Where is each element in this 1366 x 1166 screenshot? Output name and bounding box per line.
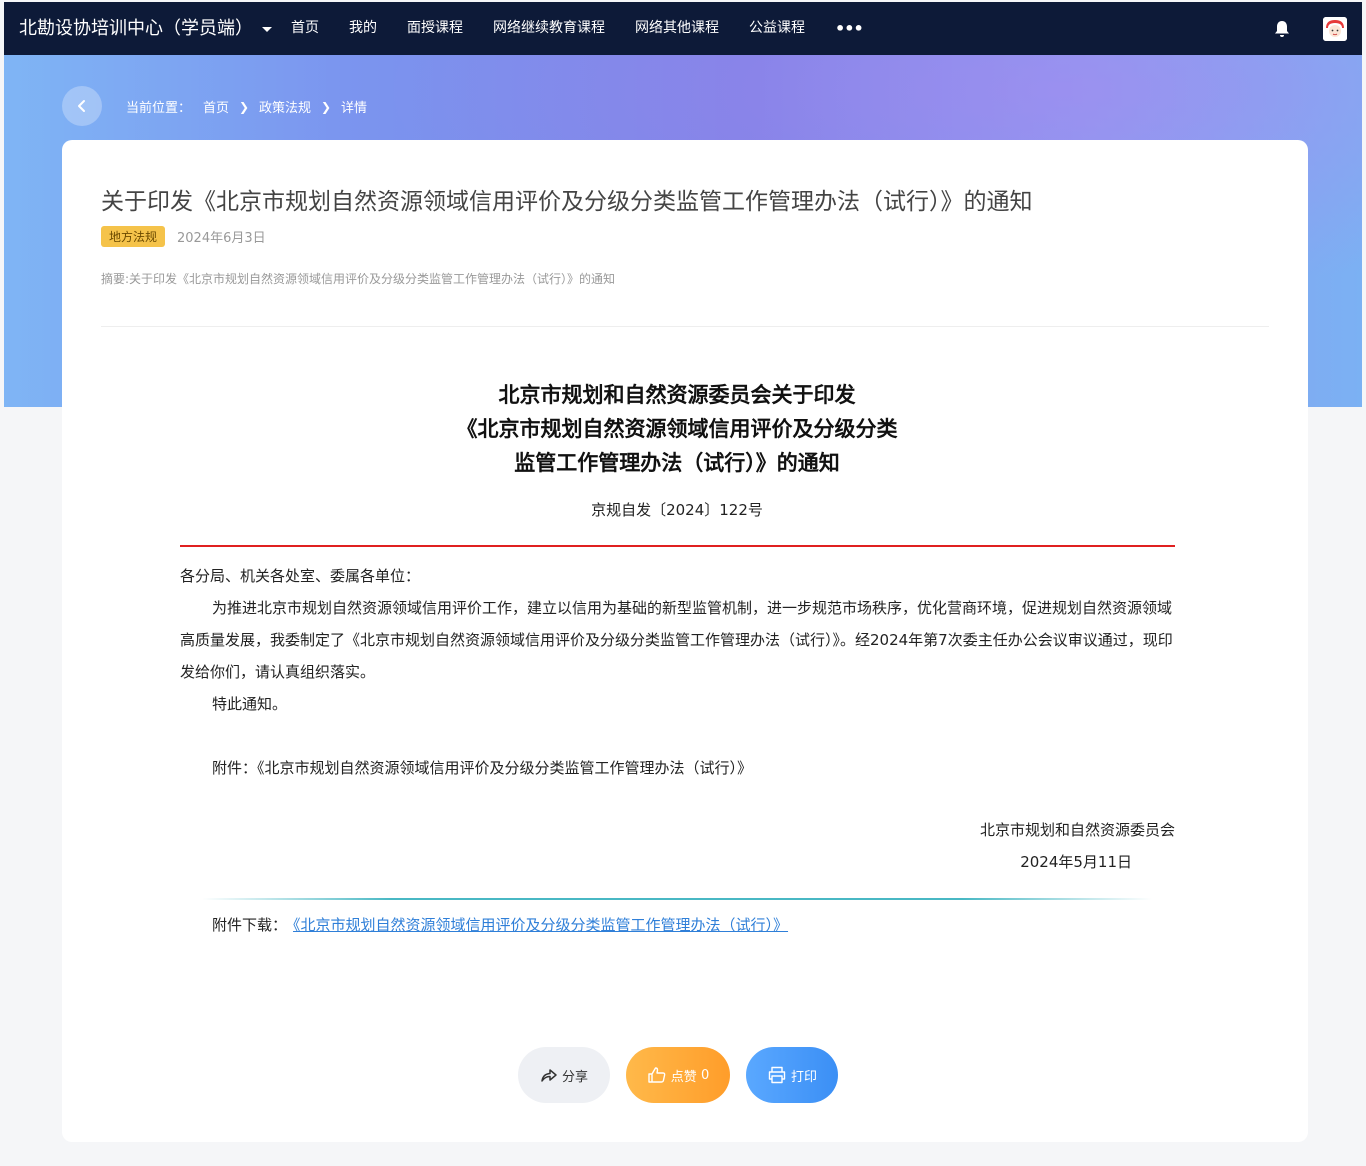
nav-item-online-ce-courses[interactable]: 网络继续教育课程 xyxy=(493,2,605,55)
breadcrumb-label: 当前位置： xyxy=(126,101,192,116)
document-body: 各分局、机关各处室、委属各单位： 为推进北京市规划自然资源领域信用评价工作，建立… xyxy=(180,560,1175,784)
breadcrumb: 当前位置： 首页 ❯ 政策法规 ❯ 详情 xyxy=(126,97,368,117)
article-summary: 摘要:关于印发《北京市规划自然资源领域信用评价及分级分类监管工作管理办法（试行）… xyxy=(101,272,616,286)
nav-item-onsite-courses[interactable]: 面授课程 xyxy=(407,2,463,55)
brand-dropdown[interactable]: 北勘设协培训中心（学员端） xyxy=(19,2,272,55)
printer-icon xyxy=(768,1066,786,1084)
red-divider xyxy=(180,545,1175,547)
thumbs-up-icon xyxy=(648,1067,666,1083)
avatar[interactable] xyxy=(1323,17,1347,41)
breadcrumb-policy[interactable]: 政策法规 xyxy=(259,97,311,116)
action-bar: 分享 点赞 0 打印 xyxy=(518,1047,838,1103)
signature-block: 北京市规划和自然资源委员会 2024年5月11日 xyxy=(180,814,1175,878)
article-meta: 地方法规 2024年6月3日 xyxy=(101,226,266,247)
signature-org: 北京市规划和自然资源委员会 xyxy=(979,821,1175,839)
nav-item-home[interactable]: 首页 xyxy=(291,2,319,55)
document-title-line-3: 监管工作管理办法（试行）》的通知 xyxy=(514,451,840,475)
download-label: 附件下载： xyxy=(212,916,288,934)
closing-text: 特此通知。 xyxy=(212,695,288,713)
divider xyxy=(101,326,1269,327)
share-label: 分享 xyxy=(561,1069,588,1085)
chevron-left-icon xyxy=(78,100,85,112)
document-title-line-1: 北京市规划和自然资源委员会关于印发 xyxy=(498,383,856,407)
teal-divider xyxy=(202,898,1152,900)
app-frame: 北勘设协培训中心（学员端） 首页 我的 面授课程 网络继续教育课程 网络其他课程… xyxy=(4,2,1362,1164)
document-number: 京规自发〔2024〕122号 xyxy=(591,501,763,519)
top-navbar: 北勘设协培训中心（学员端） 首页 我的 面授课程 网络继续教育课程 网络其他课程… xyxy=(4,2,1362,55)
chevron-right-icon: ❯ xyxy=(321,99,332,114)
main-nav: 首页 我的 面授课程 网络继续教育课程 网络其他课程 公益课程 ••• xyxy=(291,2,893,55)
bell-icon[interactable] xyxy=(1272,19,1292,39)
caret-down-icon xyxy=(262,26,272,32)
print-label: 打印 xyxy=(790,1069,817,1085)
share-button[interactable]: 分享 xyxy=(518,1047,610,1103)
body-paragraph: 为推进北京市规划自然资源领域信用评价工作，建立以信用为基础的新型监管机制，进一步… xyxy=(180,599,1173,681)
brand-name: 北勘设协培训中心（学员端） xyxy=(19,18,253,39)
salutation: 各分局、机关各处室、委属各单位： xyxy=(180,567,421,585)
attachment-download: 附件下载： 《北京市规划自然资源领域信用评价及分级分类监管工作管理办法（试行）》 xyxy=(212,914,788,935)
nav-item-mine[interactable]: 我的 xyxy=(349,2,377,55)
chevron-right-icon: ❯ xyxy=(239,99,250,114)
publish-date: 2024年6月3日 xyxy=(177,231,266,246)
signature-date: 2024年5月11日 xyxy=(1020,853,1132,871)
nav-item-public-courses[interactable]: 公益课程 xyxy=(749,2,805,55)
document-title-line-2: 《北京市规划自然资源领域信用评价及分级分类 xyxy=(456,417,898,441)
article-title: 关于印发《北京市规划自然资源领域信用评价及分级分类监管工作管理办法（试行）》的通… xyxy=(101,189,1033,215)
nav-item-other-online-courses[interactable]: 网络其他课程 xyxy=(635,2,719,55)
document-title: 北京市规划和自然资源委员会关于印发 《北京市规划自然资源领域信用评价及分级分类 … xyxy=(62,378,1292,480)
attachment-link[interactable]: 《北京市规划自然资源领域信用评价及分级分类监管工作管理办法（试行）》 xyxy=(293,916,788,934)
avatar-image xyxy=(1323,17,1347,41)
print-button[interactable]: 打印 xyxy=(746,1047,838,1103)
more-menu-icon[interactable]: ••• xyxy=(835,2,864,55)
breadcrumb-home[interactable]: 首页 xyxy=(203,97,229,116)
category-badge: 地方法规 xyxy=(101,226,166,247)
back-button[interactable] xyxy=(62,86,102,126)
article-card: 关于印发《北京市规划自然资源领域信用评价及分级分类监管工作管理办法（试行）》的通… xyxy=(62,140,1308,1142)
share-icon xyxy=(541,1069,557,1082)
attachment-note: 附件：《北京市规划自然资源领域信用评价及分级分类监管工作管理办法（试行）》 xyxy=(212,759,753,777)
breadcrumb-current: 详情 xyxy=(341,101,368,116)
like-button[interactable]: 点赞 0 xyxy=(626,1047,730,1103)
like-count: 0 xyxy=(700,1067,710,1083)
like-label: 点赞 xyxy=(670,1069,697,1085)
